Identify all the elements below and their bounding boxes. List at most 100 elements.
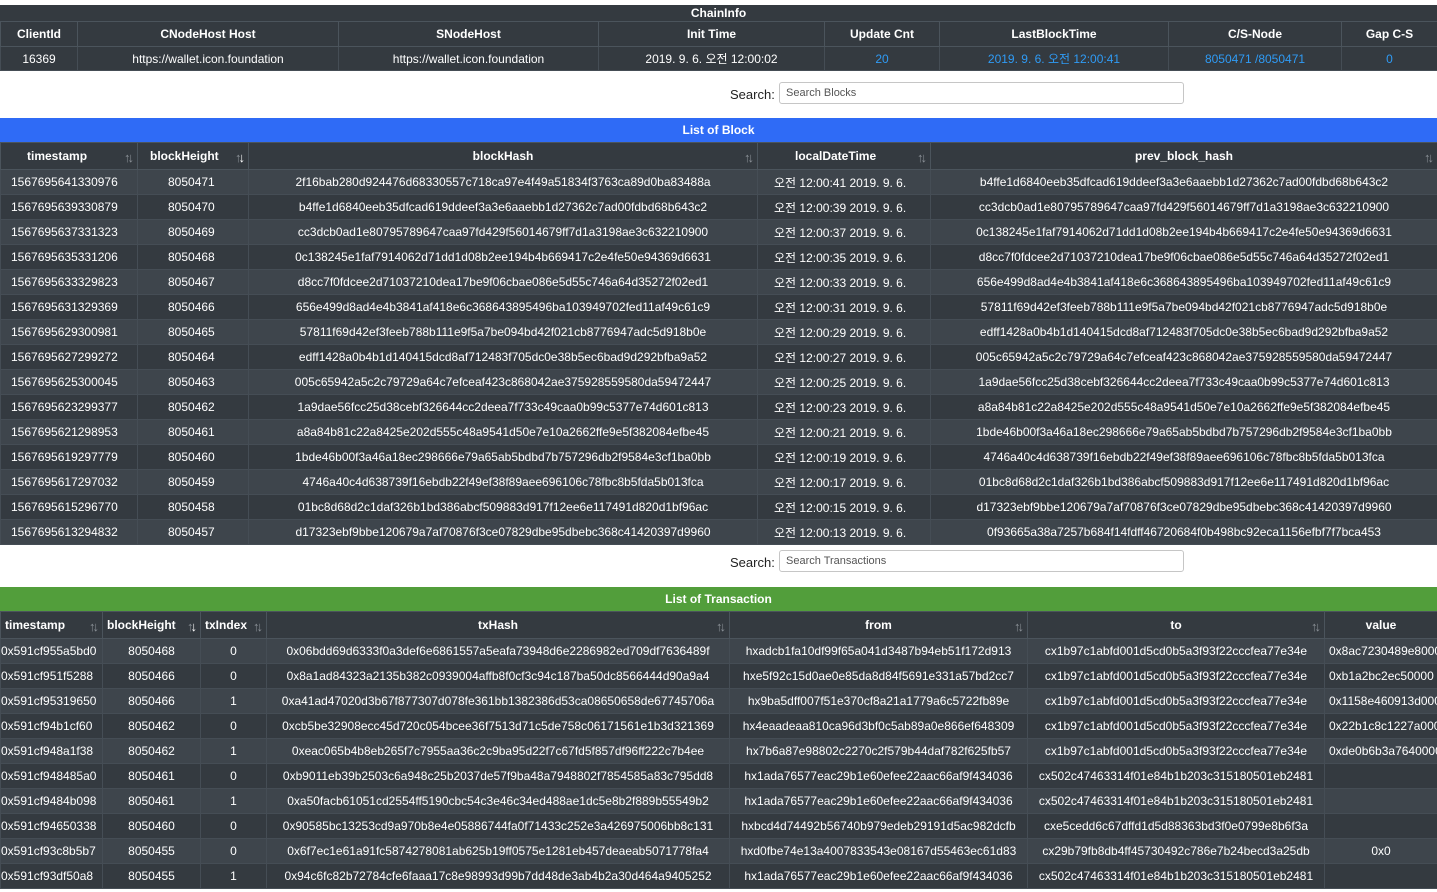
sort-arrows-icon[interactable]: ↑↓ (253, 619, 263, 634)
prev-block-hash-cell: d8cc7f0fdcee2d71037210dea17be9f06cbae086… (930, 244, 1437, 270)
sort-arrows-icon[interactable]: ↑↓ (187, 619, 197, 634)
transaction-row[interactable]: 0x591cf9484b098 8050461 1 0xa50facb61051cd2… (0, 788, 1437, 814)
transactions-header-label: blockHeight (107, 618, 176, 632)
tx-table: timestamp ↑↓ blockHeight ↑↓ txIndex ↑↓ txHash ↑… (0, 611, 1437, 889)
sort-arrows-icon[interactable]: ↑↓ (124, 150, 134, 165)
block-height-cell: 8050457 (137, 519, 249, 545)
to-cell: cx1b97c1abfd001d5cd0b5a3f93f22cccfea77e3… (1027, 713, 1325, 739)
tx-hash-cell: 0xa50facb61051cd2554ff5190cbc54c3e46c34e… (266, 788, 730, 814)
timestamp-cell: 1567695619297779 (0, 444, 138, 470)
block-row[interactable]: 1567695641330976 8050471 2f16bab280d924476… (0, 169, 1437, 195)
value-cell: 0x1158e460913d00000 (1324, 688, 1437, 714)
blocks-header-prev-block-hash[interactable]: prev_block_hash ↑↓ (930, 142, 1437, 170)
block-height-cell: 8050466 (102, 688, 201, 714)
value-cell (1324, 763, 1437, 789)
to-cell: cx502c47463314f01e84b1b203c315180501eb24… (1027, 863, 1325, 889)
transaction-row[interactable]: 0x591cf94650338 8050460 0 0x90585bc13253cd9… (0, 813, 1437, 839)
value-cell (1324, 788, 1437, 814)
last-block-time-cell[interactable]: 2019. 9. 6. 오전 12:00:41 (939, 46, 1169, 71)
timestamp-cell: 0x591cf951f5288 (0, 663, 103, 689)
sort-arrows-icon[interactable]: ↑↓ (744, 150, 754, 165)
tx-hash-cell: 0xcb5be32908ecc45d720c054bcee36f7513d71c… (266, 713, 730, 739)
block-height-cell: 8050460 (102, 813, 201, 839)
sort-arrows-icon[interactable]: ↑↓ (1014, 619, 1024, 634)
transactions-header-value[interactable]: value (1324, 611, 1437, 639)
transactions-header-txhash[interactable]: txHash ↑↓ (266, 611, 730, 639)
block-row[interactable]: 1567695619297779 8050460 1bde46b00f3a46a18… (0, 444, 1437, 470)
prev-block-hash-cell: cc3dcb0ad1e80795789647caa97fd429f5601467… (930, 194, 1437, 220)
block-row[interactable]: 1567695617297032 8050459 4746a40c4d638739f… (0, 469, 1437, 495)
local-datetime-cell: 오전 12:00:25 2019. 9. 6. (757, 369, 931, 395)
transaction-row[interactable]: 0x591cf948a1f38 8050462 1 0xeac065b4b8eb265… (0, 738, 1437, 764)
transactions-header-txindex[interactable]: txIndex ↑↓ (200, 611, 267, 639)
tx-index-cell: 1 (200, 788, 267, 814)
sort-arrows-icon[interactable]: ↑↓ (235, 150, 245, 165)
blocks-header-localdatetime[interactable]: localDateTime ↑↓ (757, 142, 931, 170)
timestamp-cell: 0x591cf94b1cf60 (0, 713, 103, 739)
timestamp-cell: 0x591cf94650338 (0, 813, 103, 839)
block-height-cell: 8050468 (102, 638, 201, 664)
tx-index-cell: 0 (200, 713, 267, 739)
block-row[interactable]: 1567695637331323 8050469 cc3dcb0ad1e807957… (0, 219, 1437, 245)
block-row[interactable]: 1567695633329823 8050467 d8cc7f0fdcee2d710… (0, 269, 1437, 295)
tx-list-banner: List of Transaction (0, 587, 1437, 611)
local-datetime-cell: 오전 12:00:37 2019. 9. 6. (757, 219, 931, 245)
transactions-header-from[interactable]: from ↑↓ (729, 611, 1028, 639)
sort-arrows-icon[interactable]: ↑↓ (1311, 619, 1321, 634)
update-cnt-cell[interactable]: 20 (824, 46, 940, 71)
transaction-row[interactable]: 0x591cf951f5288 8050466 0 0x8a1ad84323a2135… (0, 663, 1437, 689)
transaction-row[interactable]: 0x591cf93c8b5b7 8050455 0 0x6f7ec1e61a91fc5… (0, 838, 1437, 864)
block-row[interactable]: 1567695615296770 8050458 01bc8d68d2c1daf32… (0, 494, 1437, 520)
block-hash-cell: d8cc7f0fdcee2d71037210dea17be9f06cbae086… (248, 269, 758, 295)
init-time-cell: 2019. 9. 6. 오전 12:00:02 (598, 46, 825, 71)
timestamp-cell: 1567695629300981 (0, 319, 138, 345)
block-height-cell: 8050462 (102, 738, 201, 764)
transaction-row[interactable]: 0x591cf955a5bd0 8050468 0 0x06bdd69d6333f0a… (0, 638, 1437, 664)
transaction-row[interactable]: 0x591cf948485a0 8050461 0 0xb9011eb39b2503c… (0, 763, 1437, 789)
gap-cell[interactable]: 0 (1341, 46, 1437, 71)
block-search-input[interactable] (779, 82, 1184, 104)
block-row[interactable]: 1567695629300981 8050465 57811f69d42ef3fee… (0, 319, 1437, 345)
blocks-header-label: blockHeight (150, 149, 219, 163)
local-datetime-cell: 오전 12:00:41 2019. 9. 6. (757, 169, 931, 195)
tx-index-cell: 0 (200, 638, 267, 664)
blocks-header-timestamp[interactable]: timestamp ↑↓ (0, 142, 138, 170)
blocks-header-blockhash[interactable]: blockHash ↑↓ (248, 142, 758, 170)
local-datetime-cell: 오전 12:00:13 2019. 9. 6. (757, 519, 931, 545)
cs-node-cell[interactable]: 8050471 /8050471 (1168, 46, 1342, 71)
block-row[interactable]: 1567695625300045 8050463 005c65942a5c2c797… (0, 369, 1437, 395)
sort-arrows-icon[interactable]: ↑↓ (917, 150, 927, 165)
block-row[interactable]: 1567695621298953 8050461 a8a84b81c22a8425e… (0, 419, 1437, 445)
from-cell: hx1ada76577eac29b1e60efee22aac66af9f4340… (729, 763, 1028, 789)
block-height-cell: 8050463 (137, 369, 249, 395)
tx-search-input[interactable] (779, 550, 1184, 572)
block-row[interactable]: 1567695631329369 8050466 656e499d8ad4e4b38… (0, 294, 1437, 320)
tx-hash-cell: 0xa41ad47020d3b67f877307d078fe361bb13823… (266, 688, 730, 714)
transaction-row[interactable]: 0x591cf95319650 8050466 1 0xa41ad47020d3b67… (0, 688, 1437, 714)
local-datetime-cell: 오전 12:00:33 2019. 9. 6. (757, 269, 931, 295)
block-row[interactable]: 1567695639330879 8050470 b4ffe1d6840eeb35d… (0, 194, 1437, 220)
block-row[interactable]: 1567695627299272 8050464 edff1428a0b4b1d14… (0, 344, 1437, 370)
transaction-row[interactable]: 0x591cf94b1cf60 8050462 0 0xcb5be32908ecc45… (0, 713, 1437, 739)
timestamp-cell: 0x591cf93df50a8 (0, 863, 103, 889)
tx-index-cell: 0 (200, 663, 267, 689)
from-cell: hxe5f92c15d0ae0e85da8d84f5691e331a57bd2c… (729, 663, 1028, 689)
sort-arrows-icon[interactable]: ↑↓ (89, 619, 99, 634)
tx-index-cell: 0 (200, 763, 267, 789)
sort-arrows-icon[interactable]: ↑↓ (1424, 150, 1434, 165)
block-row[interactable]: 1567695613294832 8050457 d17323ebf9bbe1206… (0, 519, 1437, 545)
transactions-header-to[interactable]: to ↑↓ (1027, 611, 1325, 639)
blocks-header-label: localDateTime (795, 149, 877, 163)
blocks-header-blockheight[interactable]: blockHeight ↑↓ (137, 142, 249, 170)
blocks-header-label: blockHash (472, 149, 534, 163)
transactions-header-timestamp[interactable]: timestamp ↑↓ (0, 611, 103, 639)
transaction-row[interactable]: 0x591cf93df50a8 8050455 1 0x94c6fc82b72784c… (0, 863, 1437, 889)
sort-arrows-icon[interactable]: ↑↓ (716, 619, 726, 634)
block-height-cell: 8050470 (137, 194, 249, 220)
value-cell: 0xb1a2bc2ec50000 (1324, 663, 1437, 689)
local-datetime-cell: 오전 12:00:27 2019. 9. 6. (757, 344, 931, 370)
transactions-header-blockheight[interactable]: blockHeight ↑↓ (102, 611, 201, 639)
tx-index-cell: 1 (200, 738, 267, 764)
block-row[interactable]: 1567695623299377 8050462 1a9dae56fcc25d38c… (0, 394, 1437, 420)
block-row[interactable]: 1567695635331206 8050468 0c138245e1faf7914… (0, 244, 1437, 270)
